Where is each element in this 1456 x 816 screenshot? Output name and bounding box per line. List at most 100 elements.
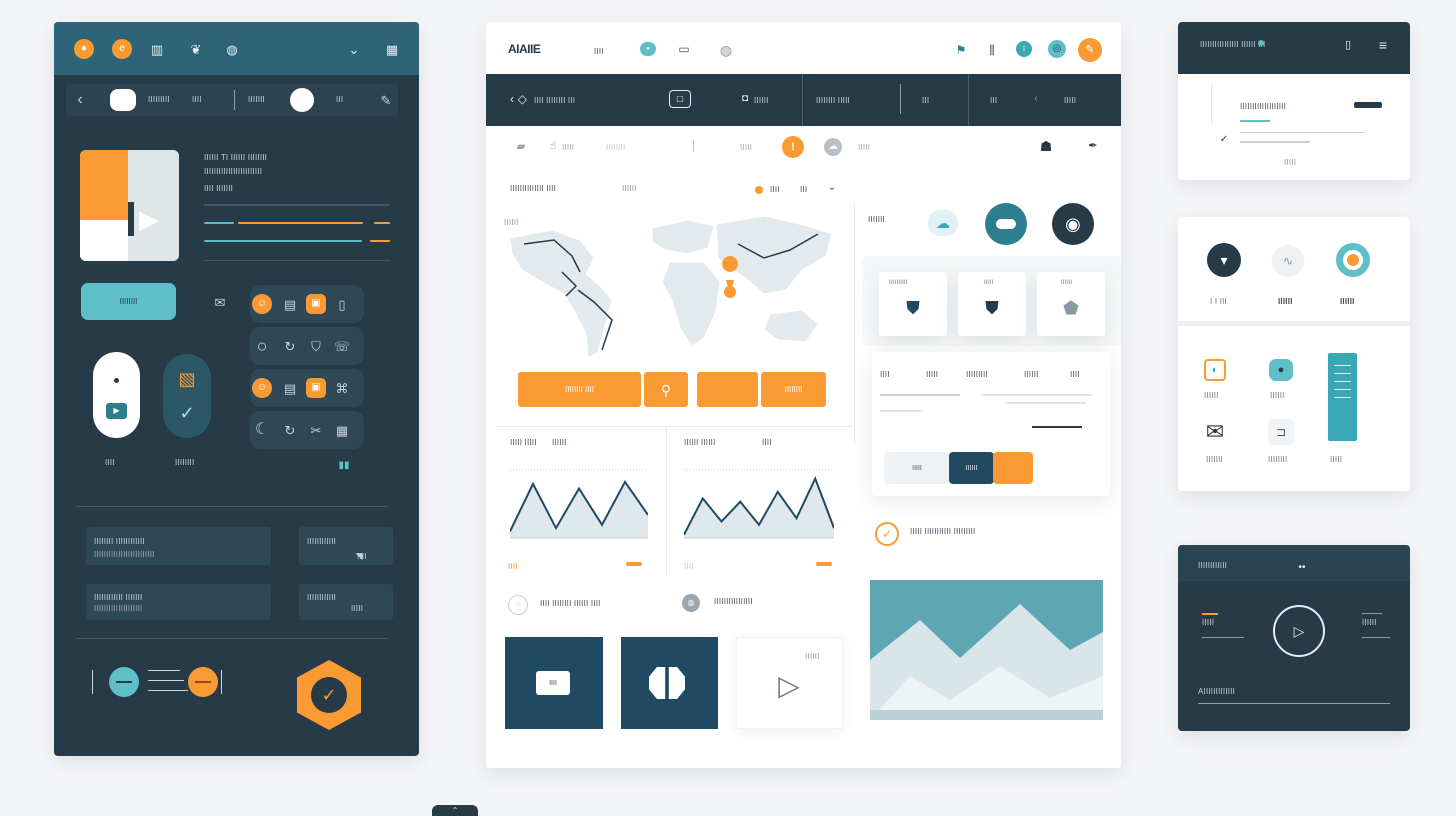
building-icon-2[interactable]: ▤ — [280, 378, 300, 398]
refresh-icon-2[interactable]: ↻ — [280, 420, 300, 440]
filter-item-2[interactable]: IIIIIIII — [606, 143, 625, 152]
toolbar-item-4[interactable]: III — [990, 96, 997, 105]
tag-icon[interactable]: ⌘ — [332, 378, 352, 398]
columns-icon[interactable]: ⫼ — [984, 42, 1000, 58]
search-pill[interactable] — [110, 89, 136, 111]
bottom-tile-2[interactable] — [621, 637, 718, 729]
wave-icon[interactable]: ∿ — [1272, 245, 1304, 277]
envelope-icon[interactable]: ✉ — [1202, 421, 1228, 443]
list-label-3[interactable]: IIIIIIIII — [966, 370, 988, 379]
orange-toggle[interactable] — [188, 667, 218, 697]
pin-icon[interactable]: ✎ — [378, 92, 394, 108]
logo-icon[interactable]: ● — [74, 39, 94, 59]
target-icon[interactable]: ◎ — [1048, 40, 1066, 58]
building-icon[interactable]: ▤ — [280, 294, 300, 314]
mobile-icon[interactable]: ▯ — [1342, 38, 1354, 52]
clipboard-icon[interactable]: ▦ — [332, 420, 352, 440]
vertical-list-panel[interactable] — [1328, 353, 1357, 441]
right-card-1-pill[interactable] — [1354, 102, 1382, 108]
bottom-row-1-icon[interactable]: ○ — [508, 595, 528, 615]
metric-card-3[interactable]: IIIIII ⬟ — [1037, 272, 1105, 336]
phone-icon[interactable]: ▯ — [332, 294, 352, 314]
world-map[interactable] — [502, 210, 838, 362]
slider-track[interactable] — [148, 670, 180, 671]
primary-button[interactable]: IIIIIIII — [81, 283, 176, 320]
back-icon[interactable]: ‹ — [72, 92, 88, 108]
user-icon[interactable]: ☺ — [252, 294, 272, 314]
brand-icon[interactable]: e — [112, 39, 132, 59]
list-label-2[interactable]: IIIII — [926, 370, 938, 379]
chat-icon[interactable]: ☏ — [332, 336, 352, 356]
filter-item-4[interactable]: IIIII — [858, 143, 870, 152]
chart-icon[interactable]: ▥ — [147, 39, 167, 59]
nav-item-4[interactable]: III — [336, 95, 343, 104]
metric-card-1[interactable]: IIIIIIIIII ⛊ — [879, 272, 947, 336]
mail-icon[interactable]: ✉ — [210, 294, 230, 310]
seg-button-1[interactable]: IIIII — [884, 452, 950, 484]
circle-icon[interactable]: ○ — [252, 336, 272, 356]
chart-right[interactable] — [684, 462, 834, 552]
user-icon-2[interactable]: ☺ — [252, 378, 272, 398]
nav-item-2[interactable]: IIII — [192, 95, 202, 104]
teal-toggle[interactable] — [109, 667, 139, 697]
briefcase-icon-2[interactable]: ▣ — [306, 378, 326, 398]
flag-icon[interactable]: ⚑ — [953, 42, 969, 58]
slider-track-3[interactable] — [148, 690, 188, 691]
metric-card-2[interactable]: IIIII ⛊ — [958, 272, 1026, 336]
menu-icon[interactable]: ≡ — [1376, 38, 1390, 52]
info-row-2-right[interactable]: IIIIIIIIIIII IIIII — [299, 584, 393, 620]
notification-icon[interactable]: ✎ — [1078, 38, 1102, 62]
c-icon[interactable]: ☾ — [252, 420, 272, 440]
link-icon[interactable]: ⊐ — [1268, 419, 1294, 445]
info-row-1[interactable]: IIIIIIII IIIIIIIIIIII IIIIIIIIIIIIIIIIII… — [86, 527, 271, 565]
seg-button-2[interactable]: IIIIII — [949, 452, 994, 484]
map-button-2[interactable]: ⚲ — [644, 372, 688, 407]
leaf-icon[interactable]: ❦ — [186, 39, 206, 59]
toolbar-item-2[interactable]: IIIIIIII IIIII — [816, 96, 850, 105]
mouse-icon[interactable]: ▾ — [1207, 243, 1241, 277]
slider-track-2[interactable] — [148, 680, 184, 681]
info-icon[interactable]: i — [1016, 41, 1032, 57]
toolbar-cloud-icon[interactable]: ◘ — [738, 92, 752, 106]
globe-icon[interactable]: ◍ — [222, 39, 242, 59]
alert-icon[interactable]: ! — [782, 136, 804, 158]
lock-icon[interactable]: ☗ — [1038, 138, 1054, 154]
map-button-3[interactable] — [697, 372, 758, 407]
chart-left[interactable] — [510, 462, 648, 552]
vertical-toggle[interactable]: ▶ — [93, 352, 140, 438]
toolbar-item-3[interactable]: III — [922, 96, 929, 105]
play-icon[interactable]: ▶ — [134, 202, 164, 236]
check-brush-icon[interactable]: ✓ — [174, 402, 200, 424]
more-icon[interactable]: •• — [1294, 563, 1310, 573]
bottom-tile-3[interactable]: IIIIII ▷ — [736, 637, 843, 729]
play-circle-button[interactable]: ▷ — [1273, 605, 1325, 657]
bottom-tile-1[interactable]: IIII — [505, 637, 603, 729]
mountain-image[interactable] — [870, 580, 1103, 720]
nav-item-1[interactable]: IIIIIIIII — [148, 95, 170, 104]
tv-icon[interactable]: ▢ — [669, 90, 691, 108]
toggle-icon[interactable]: ● — [640, 42, 656, 56]
filter-item-1[interactable]: IIIII — [562, 143, 574, 152]
chat-bubble-icon[interactable]: ● — [1269, 359, 1293, 381]
tools-icon[interactable]: ✂ — [306, 420, 326, 440]
image-toggle[interactable]: ▧ ✓ — [163, 354, 211, 438]
window-icon[interactable]: ▭ — [676, 42, 692, 56]
filter-item-3[interactable]: IIIII — [740, 143, 752, 152]
shield-icon[interactable]: ⛉ — [306, 336, 326, 356]
toolbar-back[interactable]: ‹ ◇ — [510, 92, 527, 106]
list-label-5[interactable]: IIII — [1070, 370, 1080, 379]
toolbar-chevron-icon[interactable]: ‹ — [1030, 92, 1042, 106]
switch-button[interactable] — [985, 203, 1027, 245]
small-grid-icon[interactable]: ▮▮ — [337, 460, 351, 472]
list-label-1[interactable]: IIII — [880, 370, 890, 379]
floating-tab[interactable]: ⌃ — [432, 805, 478, 816]
toggle-knob[interactable]: ▶ — [106, 403, 127, 419]
record-icon[interactable] — [1336, 243, 1370, 277]
nav-avatar[interactable] — [290, 88, 314, 112]
toolbar-item-5[interactable]: IIIII — [1064, 96, 1076, 105]
media-thumbnail[interactable]: ▶ — [80, 150, 179, 261]
check-icon[interactable]: ✓ — [1218, 134, 1230, 146]
picture-icon[interactable]: ▧ — [175, 368, 199, 390]
list-label-4[interactable]: IIIIII — [1024, 370, 1039, 379]
chevron-down-icon[interactable]: ⌄ — [344, 39, 364, 59]
